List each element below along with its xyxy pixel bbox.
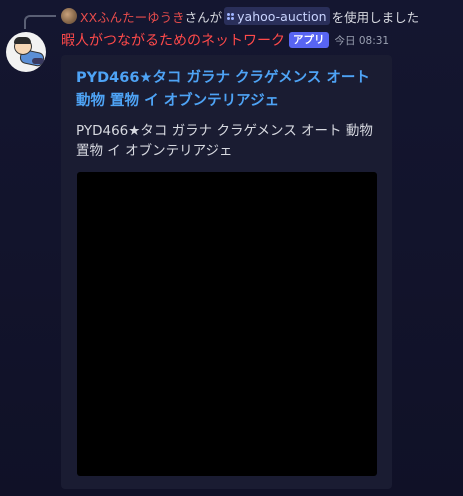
reply-text-before: さんが: [184, 9, 223, 25]
chat-view: XXふんたーゆうき さんが yahoo-auction を使用しました 暇人がつ…: [0, 0, 463, 496]
message-timestamp[interactable]: 今日 08:31: [335, 33, 390, 48]
reply-connector: [24, 15, 56, 29]
reply-text-after: を使用しました: [331, 9, 420, 25]
embed-image[interactable]: [77, 172, 377, 476]
reply-author-name[interactable]: XXふんたーゆうき: [80, 7, 185, 26]
reply-author-avatar[interactable]: [61, 8, 77, 24]
message-header: 暇人がつながるためのネットワーク アプリ 今日 08:31: [61, 30, 389, 50]
bot-username[interactable]: 暇人がつながるためのネットワーク: [61, 30, 285, 50]
reply-reference[interactable]: XXふんたーゆうき さんが yahoo-auction を使用しました: [61, 6, 419, 26]
message-embed: PYD466★タコ ガラナ クラゲメンス オート 動物 置物 イ オブンテリアジ…: [61, 55, 392, 489]
slash-command-name: yahoo-auction: [237, 8, 327, 24]
slash-command-mention[interactable]: yahoo-auction: [224, 7, 330, 25]
embed-title[interactable]: PYD466★タコ ガラナ クラゲメンス オート 動物 置物 イ オブンテリアジ…: [76, 67, 381, 113]
app-command-icon: [227, 12, 235, 20]
embed-description: PYD466★タコ ガラナ クラゲメンス オート 動物 置物 イ オブンテリアジ…: [76, 123, 373, 159]
app-badge: アプリ: [289, 32, 329, 48]
bot-avatar[interactable]: [6, 32, 46, 72]
